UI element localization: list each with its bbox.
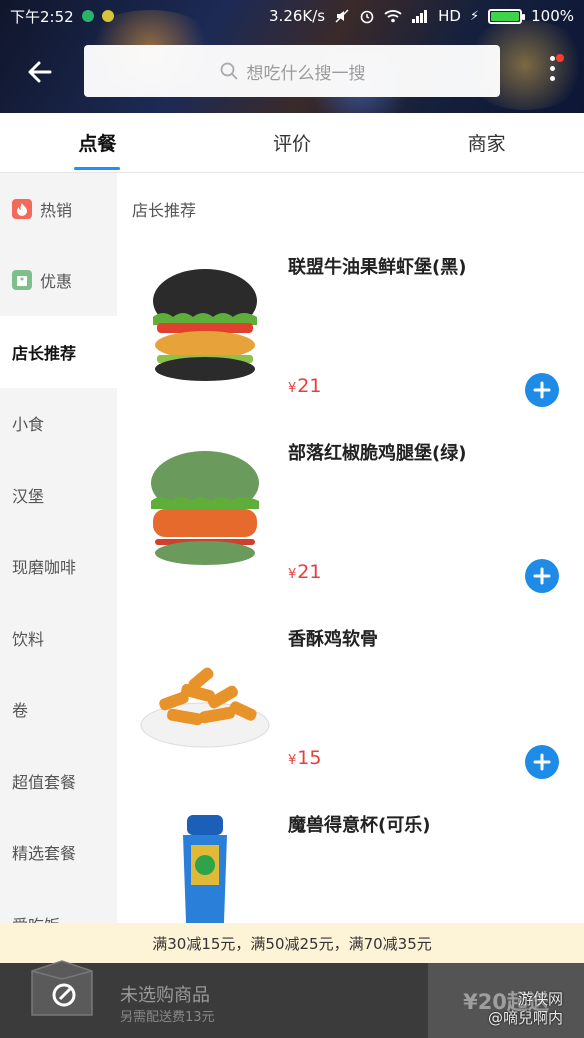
alarm-icon [360, 10, 374, 24]
mute-icon [335, 9, 349, 23]
item-price: ¥15 [288, 747, 322, 769]
search-icon [220, 62, 238, 80]
add-to-cart-button[interactable] [525, 745, 559, 779]
discount-tag-icon [12, 270, 32, 291]
cart-status: 未选购商品 [120, 985, 210, 1006]
tab-reviews[interactable]: 评价 [195, 113, 390, 172]
sidebar-item-hot[interactable]: 热销 [0, 173, 117, 245]
sidebar-item-drinks[interactable]: 饮料 [0, 602, 117, 674]
fried-chicken-cartilage-image [140, 667, 270, 748]
wifi-icon [384, 10, 402, 23]
back-arrow-icon[interactable] [24, 56, 56, 88]
status-bar: 下午2:52 3.26K/s HD ⚡ 100% [0, 0, 584, 32]
list-item[interactable]: 部落红椒脆鸡腿堡(绿) ¥21 [117, 429, 584, 615]
item-name: 香酥鸡软骨 [288, 629, 378, 650]
item-name: 部落红椒脆鸡腿堡(绿) [288, 443, 467, 464]
add-to-cart-button[interactable] [525, 559, 559, 593]
section-title: 店长推荐 [132, 201, 197, 220]
menu-list: 店长推荐 联盟牛油果鲜虾堡(黑) ¥21 部落红椒脆鸡腿堡(绿) ¥21 香酥鸡… [117, 173, 584, 923]
sidebar-item-manager-picks[interactable]: 店长推荐 [0, 316, 117, 388]
list-item[interactable]: 香酥鸡软骨 ¥15 [117, 615, 584, 801]
item-price: ¥21 [288, 561, 322, 583]
list-item[interactable]: 联盟牛油果鲜虾堡(黑) ¥21 [117, 243, 584, 429]
sidebar-item-burgers[interactable]: 汉堡 [0, 459, 117, 531]
category-sidebar: 热销 优惠 店长推荐 小食 汉堡 现磨咖啡 饮料 卷 超值套餐 精选套餐 爱吃饭 [0, 173, 117, 923]
charging-icon: ⚡ [469, 8, 480, 24]
more-menu-icon[interactable] [540, 54, 564, 88]
sidebar-item-snacks[interactable]: 小食 [0, 388, 117, 460]
status-time: 下午2:52 [10, 7, 74, 26]
tab-order[interactable]: 点餐 [0, 113, 195, 172]
item-price: ¥21 [288, 375, 322, 397]
sidebar-item-discount[interactable]: 优惠 [0, 245, 117, 317]
tab-merchant[interactable]: 商家 [389, 113, 584, 172]
tab-bar: 点餐 评价 商家 [0, 113, 584, 173]
search-placeholder: 想吃什么搜一搜 [246, 63, 366, 84]
green-burger-image [151, 451, 259, 565]
network-speed: 3.26K/s [269, 7, 326, 25]
plus-icon [533, 753, 551, 771]
sidebar-item-coffee[interactable]: 现磨咖啡 [0, 531, 117, 603]
sidebar-item-featured-combos[interactable]: 精选套餐 [0, 817, 117, 889]
fire-icon [12, 198, 32, 219]
app-notification-icon [81, 10, 94, 22]
item-name: 联盟牛油果鲜虾堡(黑) [288, 257, 467, 278]
cola-cup-image [183, 815, 227, 923]
network-type: HD [438, 7, 461, 25]
signal-icon [412, 10, 428, 23]
plus-icon [533, 381, 551, 399]
battery-percent: 100% [531, 7, 574, 25]
add-to-cart-button[interactable] [525, 373, 559, 407]
cart-box-icon[interactable] [26, 957, 98, 1021]
delivery-fee: 另需配送费13元 [120, 1010, 215, 1025]
search-input[interactable]: 想吃什么搜一搜 [84, 45, 500, 97]
header-banner: 下午2:52 3.26K/s HD ⚡ 100% 想吃什么搜一搜 [0, 0, 584, 113]
sidebar-item-wraps[interactable]: 卷 [0, 674, 117, 746]
list-item[interactable]: 魔兽得意杯(可乐) [117, 801, 584, 923]
watermark: 游侠网 @嘀兒啊内 [488, 990, 564, 1027]
wechat-notification-icon [101, 10, 114, 22]
plus-icon [533, 567, 551, 585]
notification-dot [556, 54, 564, 62]
battery-icon [488, 8, 526, 24]
sidebar-item-rice[interactable]: 爱吃饭 [0, 888, 117, 923]
item-name: 魔兽得意杯(可乐) [288, 815, 431, 836]
black-burger-image [153, 269, 257, 381]
sidebar-item-value-combos[interactable]: 超值套餐 [0, 745, 117, 817]
